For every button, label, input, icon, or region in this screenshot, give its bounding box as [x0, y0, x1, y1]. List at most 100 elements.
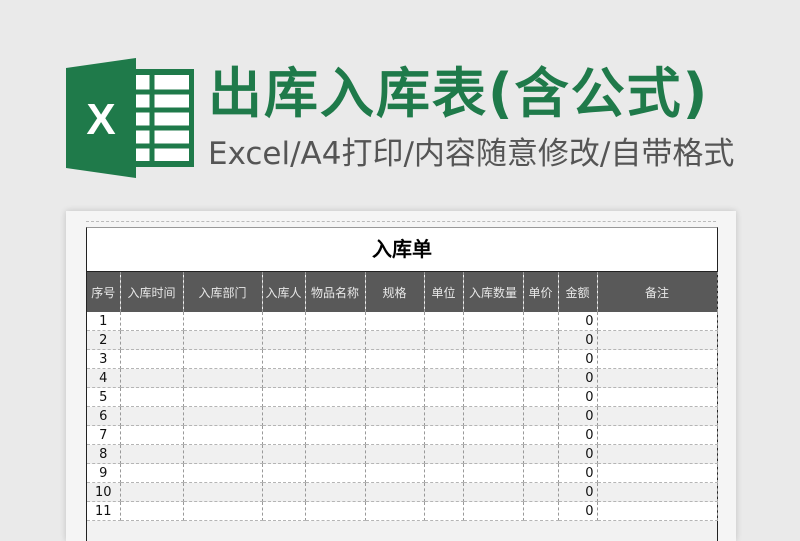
table-cell[interactable]	[183, 482, 263, 502]
table-cell[interactable]: 0	[558, 368, 598, 388]
table-cell[interactable]: 8	[87, 444, 121, 464]
table-cell[interactable]	[597, 312, 718, 331]
table-cell[interactable]	[120, 406, 184, 426]
table-cell[interactable]	[262, 387, 306, 407]
column-header[interactable]: 入库时间	[120, 272, 184, 312]
table-cell[interactable]	[597, 387, 718, 407]
table-cell[interactable]	[597, 406, 718, 426]
table-cell[interactable]	[262, 349, 306, 369]
table-cell[interactable]	[305, 387, 366, 407]
table-cell[interactable]	[597, 368, 718, 388]
table-cell[interactable]: 9	[87, 463, 121, 483]
table-cell[interactable]	[597, 425, 718, 445]
table-cell[interactable]	[120, 312, 184, 331]
table-cell[interactable]	[305, 425, 366, 445]
table-cell[interactable]	[365, 387, 425, 407]
table-cell[interactable]	[424, 330, 464, 350]
table-cell[interactable]	[183, 463, 263, 483]
table-cell[interactable]: 1	[87, 312, 121, 331]
table-cell[interactable]: 0	[558, 444, 598, 464]
table-cell[interactable]	[463, 330, 524, 350]
table-cell[interactable]	[183, 349, 263, 369]
table-cell[interactable]	[305, 501, 366, 521]
table-cell[interactable]	[305, 330, 366, 350]
table-cell[interactable]	[120, 482, 184, 502]
table-cell[interactable]: 7	[87, 425, 121, 445]
table-cell[interactable]: 0	[558, 425, 598, 445]
table-cell[interactable]	[424, 349, 464, 369]
table-cell[interactable]	[183, 368, 263, 388]
table-cell[interactable]: 6	[87, 406, 121, 426]
column-header[interactable]: 规格	[365, 272, 425, 312]
table-cell[interactable]	[463, 425, 524, 445]
table-cell[interactable]	[262, 330, 306, 350]
table-cell[interactable]	[183, 387, 263, 407]
column-header[interactable]: 入库人	[262, 272, 306, 312]
table-cell[interactable]	[523, 444, 559, 464]
table-cell[interactable]	[523, 425, 559, 445]
table-cell[interactable]	[463, 406, 524, 426]
table-cell[interactable]	[120, 501, 184, 521]
table-cell[interactable]	[262, 482, 306, 502]
table-cell[interactable]	[183, 425, 263, 445]
table-cell[interactable]	[365, 349, 425, 369]
table-cell[interactable]	[120, 349, 184, 369]
table-cell[interactable]	[305, 444, 366, 464]
table-cell[interactable]	[463, 312, 524, 331]
table-cell[interactable]: 11	[87, 501, 121, 521]
table-cell[interactable]	[365, 425, 425, 445]
table-cell[interactable]	[424, 425, 464, 445]
table-cell[interactable]	[262, 406, 306, 426]
table-cell[interactable]	[365, 463, 425, 483]
table-cell[interactable]	[463, 387, 524, 407]
table-cell[interactable]	[424, 368, 464, 388]
column-header[interactable]: 序号	[87, 272, 121, 312]
table-cell[interactable]	[262, 368, 306, 388]
table-cell[interactable]	[305, 463, 366, 483]
table-cell[interactable]: 3	[87, 349, 121, 369]
table-cell[interactable]	[120, 425, 184, 445]
table-cell[interactable]	[597, 482, 718, 502]
table-cell[interactable]	[365, 501, 425, 521]
table-cell[interactable]	[424, 501, 464, 521]
table-cell[interactable]	[305, 406, 366, 426]
table-cell[interactable]	[597, 330, 718, 350]
table-cell[interactable]	[523, 482, 559, 502]
table-cell[interactable]: 2	[87, 330, 121, 350]
table-cell[interactable]	[120, 444, 184, 464]
table-cell[interactable]	[305, 368, 366, 388]
table-cell[interactable]	[523, 330, 559, 350]
table-cell[interactable]	[120, 463, 184, 483]
table-cell[interactable]: 0	[558, 463, 598, 483]
column-header[interactable]: 金额	[558, 272, 598, 312]
table-cell[interactable]	[183, 501, 263, 521]
table-cell[interactable]	[523, 368, 559, 388]
table-cell[interactable]	[597, 463, 718, 483]
table-cell[interactable]	[120, 368, 184, 388]
table-cell[interactable]	[120, 387, 184, 407]
column-header[interactable]: 入库数量	[463, 272, 524, 312]
table-cell[interactable]	[523, 349, 559, 369]
table-cell[interactable]	[523, 501, 559, 521]
table-cell[interactable]: 0	[558, 349, 598, 369]
column-header[interactable]: 单价	[523, 272, 559, 312]
table-cell[interactable]	[463, 368, 524, 388]
table-cell[interactable]	[523, 312, 559, 331]
table-cell[interactable]	[424, 482, 464, 502]
table-cell[interactable]	[523, 463, 559, 483]
table-cell[interactable]: 0	[558, 330, 598, 350]
table-cell[interactable]	[597, 444, 718, 464]
table-cell[interactable]	[305, 482, 366, 502]
table-cell[interactable]	[262, 444, 306, 464]
table-cell[interactable]	[183, 330, 263, 350]
table-cell[interactable]: 0	[558, 387, 598, 407]
table-cell[interactable]	[183, 406, 263, 426]
table-cell[interactable]	[365, 406, 425, 426]
table-cell[interactable]	[597, 349, 718, 369]
table-cell[interactable]	[365, 444, 425, 464]
table-cell[interactable]	[262, 501, 306, 521]
table-cell[interactable]: 5	[87, 387, 121, 407]
table-cell[interactable]	[424, 463, 464, 483]
table-cell[interactable]	[424, 444, 464, 464]
table-cell[interactable]	[597, 501, 718, 521]
